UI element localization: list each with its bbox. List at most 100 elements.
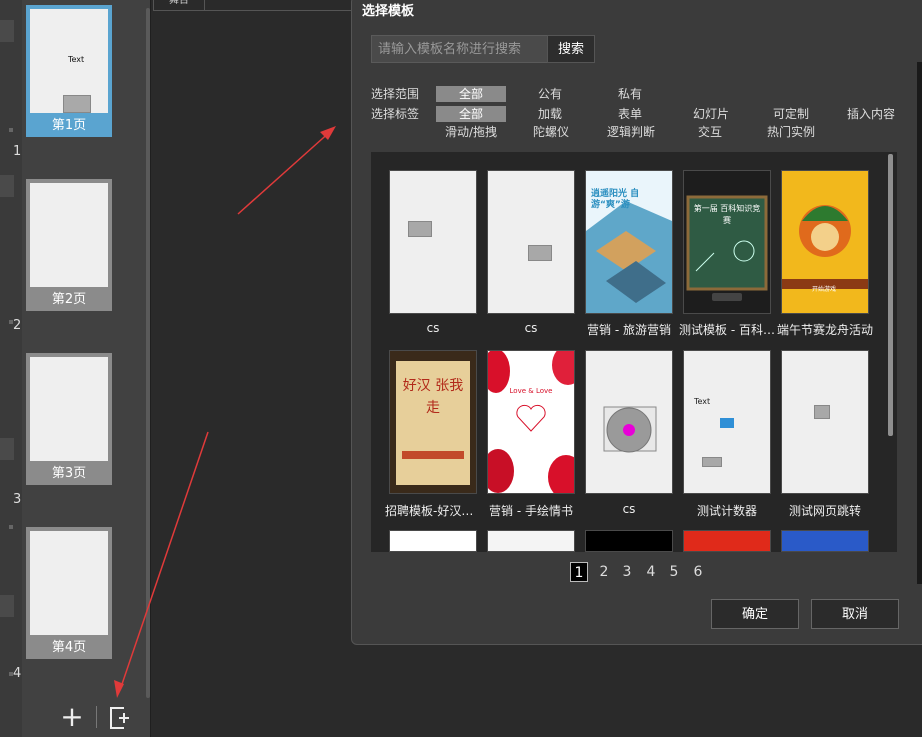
dialog-right-scroll-track <box>917 62 922 584</box>
quiz-template-heading: 第一届 百科知识竞赛 <box>693 204 761 225</box>
page-label: 第3页 <box>51 466 87 481</box>
template-name: 营销 - 旅游营销 <box>587 323 671 337</box>
recruit-template-heading: 好汉 张我走 <box>402 378 464 416</box>
pager-page-5[interactable]: 5 <box>665 562 683 582</box>
page-paper: Text <box>30 9 108 113</box>
dialog-title: 选择模板 <box>362 4 415 19</box>
scope-option-public[interactable]: 公有 <box>530 86 570 102</box>
add-template-page-icon[interactable] <box>108 706 132 730</box>
scope-option-private[interactable]: 私有 <box>610 86 650 102</box>
template-card[interactable]: 开始游戏 <box>781 170 869 314</box>
template-card[interactable] <box>389 170 477 314</box>
template-card[interactable] <box>683 530 771 552</box>
tag-option-slides[interactable]: 幻灯片 <box>686 106 736 122</box>
tag-option-slide-drag[interactable]: 滑动/拖拽 <box>440 124 502 140</box>
element-box <box>702 457 722 467</box>
template-card[interactable] <box>487 530 575 552</box>
template-name: cs <box>426 321 440 335</box>
scope-option-all[interactable]: 全部 <box>436 86 506 102</box>
strip-marker <box>0 595 14 617</box>
confirm-button[interactable]: 确定 <box>711 599 799 629</box>
template-card[interactable] <box>781 350 869 494</box>
search-button[interactable]: 搜索 <box>547 35 595 63</box>
template-card[interactable] <box>585 530 673 552</box>
tag-option-insert[interactable]: 插入内容 <box>842 106 900 122</box>
template-name: cs <box>524 321 538 335</box>
page-thumb-2[interactable]: 第2页 <box>26 179 112 311</box>
page-paper <box>30 357 108 461</box>
left-tool-strip <box>0 0 22 737</box>
stage-tab-label: 舞台 <box>169 0 189 6</box>
page-paper <box>30 531 108 635</box>
tab-underline <box>203 10 353 11</box>
quiz-template-art <box>686 195 768 301</box>
tag-option-customizable[interactable]: 可定制 <box>766 106 816 122</box>
strip-marker <box>0 175 14 197</box>
love-letter-template-art <box>488 351 574 493</box>
template-name: 测试模板 - 百科知识竞赛 <box>679 323 775 337</box>
strip-tick <box>9 525 13 529</box>
template-card[interactable] <box>487 170 575 314</box>
arrow-to-dialog <box>237 129 333 215</box>
template-card[interactable]: Love & Love <box>487 350 575 494</box>
pager-page-6[interactable]: 6 <box>689 562 707 582</box>
pager-page-1[interactable]: 1 <box>570 562 588 582</box>
template-card[interactable] <box>585 350 673 494</box>
template-name: 测试计数器 <box>696 504 757 518</box>
template-card[interactable] <box>389 530 477 552</box>
page-thumb-4[interactable]: 第4页 <box>26 527 112 659</box>
page-label: 第1页 <box>51 118 87 133</box>
page-thumb-1[interactable]: Text 第1页 <box>26 5 112 137</box>
template-name: 招聘模板-好汉张我走 <box>385 504 481 518</box>
pager-page-2[interactable]: 2 <box>595 562 613 582</box>
template-name: 测试网页跳转 <box>788 504 861 518</box>
template-card[interactable] <box>781 530 869 552</box>
page-number: 2 <box>13 318 22 333</box>
tag-option-popular[interactable]: 热门实例 <box>762 124 820 140</box>
pager-page-4[interactable]: 4 <box>642 562 660 582</box>
page-label: 第4页 <box>51 640 87 655</box>
add-icon[interactable]: + <box>60 702 84 732</box>
strip-tick <box>9 128 13 132</box>
template-search-input[interactable] <box>371 35 555 63</box>
recruit-template-art <box>396 361 470 485</box>
tag-option-gyroscope[interactable]: 陀螺仪 <box>528 124 574 140</box>
tag-option-logic[interactable]: 逻辑判断 <box>602 124 660 140</box>
page-number: 4 <box>13 666 22 681</box>
template-card[interactable]: 好汉 张我走 <box>389 350 477 494</box>
template-card[interactable]: 逍遥阳光 自游“爽”游 <box>585 170 673 314</box>
template-card[interactable]: 第一届 百科知识竞赛 <box>683 170 771 314</box>
template-name: cs <box>622 502 636 516</box>
tag-option-all[interactable]: 全部 <box>436 106 506 122</box>
tag-option-loading[interactable]: 加载 <box>530 106 570 122</box>
travel-template-heading: 逍遥阳光 自游“爽”游 <box>591 189 640 210</box>
strip-marker <box>0 438 14 460</box>
thumb-text: Text <box>68 55 85 64</box>
counter-digit-icon <box>720 418 734 428</box>
template-name: 营销 - 手绘情书 <box>489 504 573 518</box>
template-grid-scrollbar[interactable] <box>888 154 893 436</box>
pager-page-3[interactable]: 3 <box>618 562 636 582</box>
thumb-element-box <box>63 95 91 113</box>
element-box <box>528 245 552 261</box>
page-number: 3 <box>13 492 22 507</box>
tag-option-form[interactable]: 表单 <box>610 106 650 122</box>
dragon-boat-start-label: 开始游戏 <box>812 286 837 293</box>
tag-option-interaction[interactable]: 交互 <box>690 124 730 140</box>
element-box <box>814 405 830 419</box>
page-label: 第2页 <box>51 292 87 307</box>
page-number: 1 <box>13 144 22 159</box>
love-letter-heading: Love & Love <box>509 387 553 395</box>
stage-tab[interactable]: 舞台 <box>153 0 205 11</box>
toolbar-divider <box>96 706 97 728</box>
strip-marker <box>0 20 14 42</box>
cancel-button[interactable]: 取消 <box>811 599 899 629</box>
page-thumb-3[interactable]: 第3页 <box>26 353 112 485</box>
tags-label: 选择标签 <box>371 107 420 121</box>
template-name: 端午节赛龙舟活动 <box>777 323 873 337</box>
pages-scrollbar[interactable] <box>146 8 150 698</box>
cs-template-art <box>603 406 657 453</box>
template-card[interactable]: Text <box>683 350 771 494</box>
page-paper <box>30 183 108 287</box>
arrow-head <box>320 126 336 140</box>
